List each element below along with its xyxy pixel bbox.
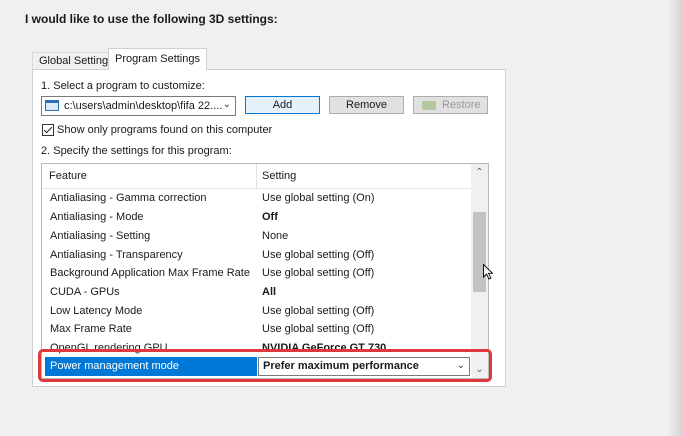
table-row[interactable]: Antialiasing - Setting None — [42, 227, 472, 246]
table-row[interactable]: Antialiasing - Gamma correction Use glob… — [42, 189, 472, 208]
scroll-up-icon[interactable]: ⌃ — [471, 167, 488, 178]
chevron-down-icon: ⌄ — [222, 99, 231, 110]
program-select-value: c:\users\admin\desktop\fifa 22.... — [64, 100, 223, 112]
show-only-found-checkbox[interactable] — [42, 124, 54, 136]
setting-cell: Use global setting (Off) — [262, 267, 375, 279]
feature-cell: Antialiasing - Gamma correction — [50, 192, 207, 204]
feature-cell: Antialiasing - Setting — [50, 230, 151, 242]
restore-button-label: Restore — [442, 99, 481, 111]
program-select-dropdown[interactable]: c:\users\admin\desktop\fifa 22.... ⌄ — [41, 96, 236, 116]
step1-label: 1. Select a program to customize: — [41, 80, 205, 92]
chevron-down-icon: ⌄ — [456, 360, 465, 371]
mouse-cursor-icon — [483, 264, 493, 280]
setting-cell: Use global setting (Off) — [262, 305, 375, 317]
table-row[interactable]: Antialiasing - Mode Off — [42, 208, 472, 227]
feature-cell: Max Frame Rate — [50, 323, 132, 335]
step2-label: 2. Specify the settings for this program… — [41, 145, 232, 157]
column-header-feature[interactable]: Feature — [49, 170, 87, 182]
power-management-dropdown[interactable]: Prefer maximum performance ⌄ — [258, 357, 470, 376]
add-button[interactable]: Add — [245, 96, 320, 114]
scrollbar-thumb[interactable] — [473, 212, 486, 292]
setting-cell: Use global setting (On) — [262, 192, 375, 204]
feature-cell: Background Application Max Frame Rate — [50, 267, 250, 279]
nvidia-icon — [422, 101, 436, 110]
feature-cell: Power management mode — [50, 360, 180, 372]
table-row[interactable]: Low Latency Mode Use global setting (Off… — [42, 302, 472, 321]
scroll-down-icon[interactable]: ⌄ — [471, 364, 488, 375]
feature-cell: CUDA - GPUs — [50, 286, 120, 298]
feature-cell: Antialiasing - Mode — [50, 211, 144, 223]
table-row[interactable]: CUDA - GPUs All — [42, 283, 472, 302]
remove-button[interactable]: Remove — [329, 96, 404, 114]
settings-table: Feature Setting Antialiasing - Gamma cor… — [41, 163, 489, 379]
application-icon — [45, 100, 59, 111]
setting-cell: All — [262, 286, 277, 298]
show-only-found-label: Show only programs found on this compute… — [57, 124, 273, 136]
table-row-selected[interactable]: Power management mode Prefer maximum per… — [42, 357, 472, 376]
table-row[interactable]: Max Frame Rate Use global setting (Off) — [42, 320, 472, 339]
window-edge-shadow — [667, 0, 681, 436]
tab-program-settings[interactable]: Program Settings — [108, 48, 207, 70]
table-row[interactable]: Background Application Max Frame Rate Us… — [42, 264, 472, 283]
column-divider[interactable] — [256, 164, 257, 188]
table-header: Feature Setting — [42, 164, 472, 189]
feature-cell: Antialiasing - Transparency — [50, 249, 183, 261]
setting-cell: Use global setting (Off) — [262, 249, 375, 261]
setting-cell: Use global setting (Off) — [262, 323, 375, 335]
setting-cell: Off — [262, 211, 278, 223]
table-row[interactable]: Antialiasing - Transparency Use global s… — [42, 246, 472, 265]
power-management-value: Prefer maximum performance — [263, 360, 419, 372]
restore-button[interactable]: Restore — [413, 96, 488, 114]
setting-cell: None — [262, 230, 289, 242]
column-header-setting[interactable]: Setting — [262, 170, 296, 182]
table-row[interactable]: OpenGL rendering GPU NVIDIA GeForce GT 7… — [42, 339, 472, 358]
feature-cell: Low Latency Mode — [50, 305, 143, 317]
section-heading: I would like to use the following 3D set… — [25, 12, 278, 26]
feature-cell: OpenGL rendering GPU — [50, 342, 168, 354]
setting-cell: NVIDIA GeForce GT 730 — [262, 342, 387, 354]
